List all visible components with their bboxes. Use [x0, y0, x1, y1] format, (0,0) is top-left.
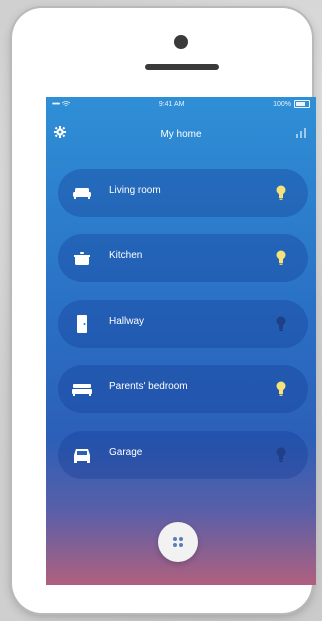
- grid-dot: [179, 543, 183, 547]
- grid-dot: [173, 537, 177, 541]
- bar-chart-bar: [300, 131, 302, 138]
- bar-chart-bar: [296, 134, 298, 138]
- bed-icon: [72, 384, 92, 396]
- sofa-icon: [73, 188, 91, 199]
- cooking-pot-icon: [74, 252, 90, 265]
- car-icon: [74, 449, 90, 463]
- room-label: Garage: [109, 447, 143, 458]
- door-icon: [77, 315, 87, 333]
- room-parents-bedroom[interactable]: Parents' bedroom: [58, 365, 308, 413]
- wifi-icon: [62, 101, 71, 107]
- carrier-signal: •••••: [52, 100, 60, 108]
- light-bulb-off-icon[interactable]: [276, 316, 286, 332]
- earpiece-speaker: [145, 64, 219, 70]
- app-header: My home: [46, 119, 316, 149]
- front-camera: [174, 35, 188, 49]
- bar-chart-icon[interactable]: [296, 127, 308, 138]
- light-bulb-on-icon[interactable]: [276, 250, 286, 266]
- light-bulb-on-icon[interactable]: [276, 185, 286, 201]
- status-time: 9:41 AM: [158, 100, 185, 108]
- room-living-room[interactable]: Living room: [58, 169, 308, 217]
- room-label: Parents' bedroom: [109, 381, 188, 392]
- status-bar: ••••• 9:41 AM 100%: [46, 97, 316, 111]
- phone-frame: ••••• 9:41 AM 100% My home Living room K…: [12, 8, 316, 613]
- room-label: Hallway: [109, 316, 145, 327]
- light-bulb-off-icon[interactable]: [276, 447, 286, 463]
- grid-dot: [179, 537, 183, 541]
- room-hallway[interactable]: Hallway: [58, 300, 308, 348]
- gear-icon[interactable]: [54, 126, 66, 138]
- grid-dot: [173, 543, 177, 547]
- room-garage[interactable]: Garage: [58, 431, 308, 479]
- light-bulb-on-icon[interactable]: [276, 381, 286, 397]
- room-label: Kitchen: [109, 250, 143, 261]
- battery-icon: [293, 100, 310, 108]
- app-screen: ••••• 9:41 AM 100% My home Living room K…: [46, 97, 316, 585]
- room-kitchen[interactable]: Kitchen: [58, 234, 308, 282]
- status-right: 100%: [273, 100, 310, 108]
- battery-percent: 100%: [273, 100, 291, 108]
- room-label: Living room: [109, 185, 161, 196]
- status-left: •••••: [52, 100, 71, 108]
- page-title: My home: [160, 128, 202, 140]
- bar-chart-bar: [304, 128, 306, 138]
- scenes-fab-button[interactable]: [158, 522, 198, 562]
